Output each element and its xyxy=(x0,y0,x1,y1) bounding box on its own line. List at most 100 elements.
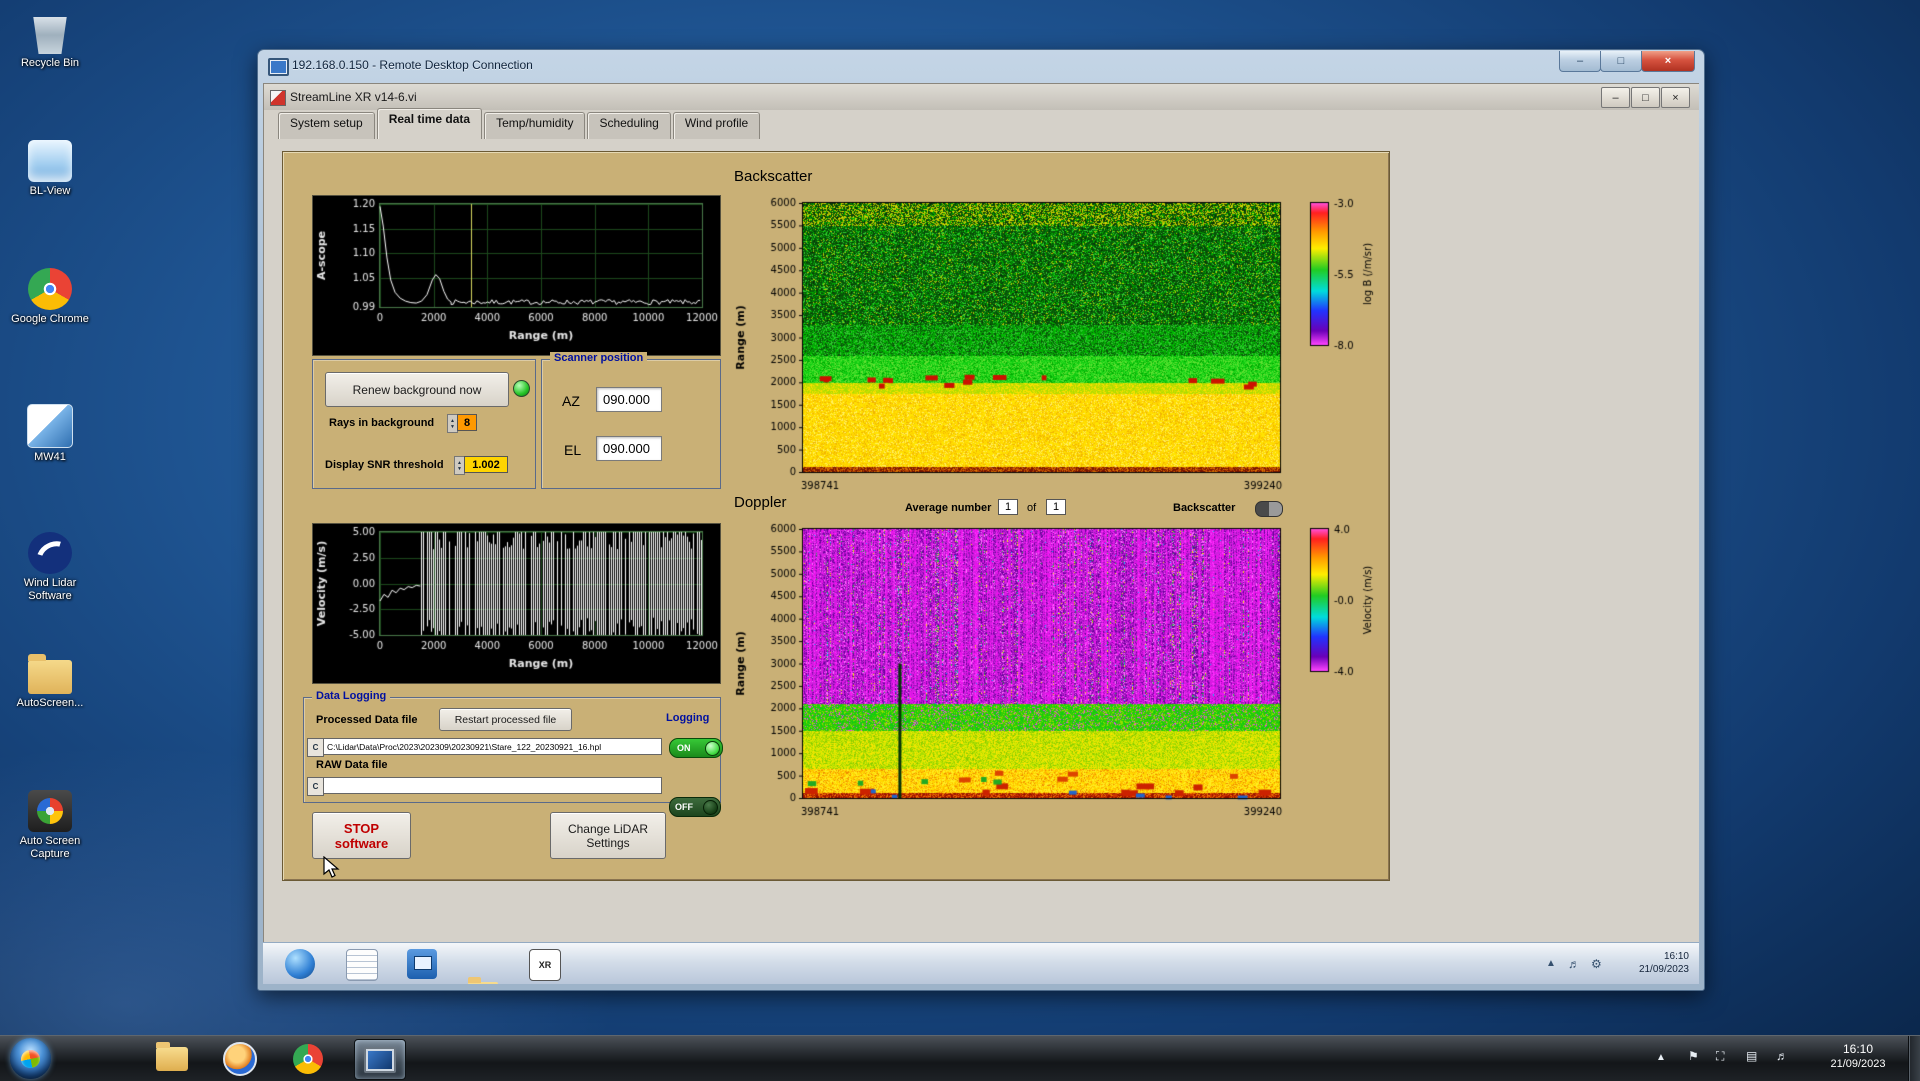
remote-app-icon[interactable] xyxy=(407,949,437,979)
desktop-icon-google-chrome[interactable]: Google Chrome xyxy=(4,268,96,326)
toggle-on-label: ON xyxy=(677,743,691,753)
c-drive-icon[interactable] xyxy=(307,738,324,757)
rdp-titlebar[interactable]: 192.168.0.150 - Remote Desktop Connectio… xyxy=(258,50,1704,83)
taskbar-explorer-button[interactable] xyxy=(150,1039,194,1078)
tray-display-icon[interactable]: ⛶ xyxy=(1716,1049,1724,1064)
logging-label: Logging xyxy=(666,712,710,724)
stop-button-line1: STOP xyxy=(343,820,380,836)
settings-button-line2: Settings xyxy=(586,835,630,850)
desktop-icon-label: BL-View xyxy=(29,185,71,197)
taskbar-clock[interactable]: 16:10 21/09/2023 xyxy=(1812,1042,1904,1072)
desktop-icon-label: Auto Screen Capture xyxy=(19,835,81,860)
raw-logging-toggle[interactable]: OFF xyxy=(669,797,721,817)
remote-xr-tool-icon[interactable] xyxy=(529,949,561,981)
desktop-icon-wind-lidar-software[interactable]: Wind Lidar Software xyxy=(4,532,96,603)
raw-file-path-input[interactable] xyxy=(323,777,662,794)
app-titlebar[interactable]: StreamLine XR v14-6.vi – □ × xyxy=(264,84,1699,111)
media-player-icon xyxy=(223,1041,257,1076)
tab-real-time-data[interactable]: Real time data xyxy=(376,108,483,139)
change-lidar-settings-button[interactable]: Change LiDAR Settings xyxy=(550,812,666,859)
app-window: StreamLine XR v14-6.vi – □ × System setu… xyxy=(263,83,1699,946)
remote-browser-icon[interactable] xyxy=(285,949,315,979)
remote-folder-icon[interactable] xyxy=(468,977,498,984)
desktop-icon-mw41[interactable]: MW41 xyxy=(4,404,96,464)
remote-network-icon[interactable]: ⚙ xyxy=(1591,957,1602,971)
desktop-icon-label: Recycle Bin xyxy=(20,57,80,69)
show-desktop-button[interactable] xyxy=(1908,1036,1920,1081)
tray-network-icon[interactable]: ▤ xyxy=(1746,1049,1757,1063)
tray-flag-icon[interactable]: ⚑ xyxy=(1688,1049,1699,1063)
processed-logging-toggle[interactable]: ON xyxy=(669,738,723,758)
tray-speaker-icon[interactable]: ♬ xyxy=(1776,1049,1788,1063)
backscatter-toggle[interactable] xyxy=(1255,501,1283,517)
average-total-input[interactable]: 1 xyxy=(1046,499,1066,515)
tab-label: Scheduling xyxy=(599,116,659,130)
toggle-led xyxy=(703,800,718,815)
explorer-folder-icon xyxy=(156,1041,188,1071)
stop-software-button[interactable]: STOP software xyxy=(312,812,411,859)
restart-processed-file-button[interactable]: Restart processed file xyxy=(439,708,572,731)
tab-wind-profile[interactable]: Wind profile xyxy=(672,112,761,139)
app-icon xyxy=(270,90,286,106)
remote-taskbar-clock[interactable]: 16:10 21/09/2023 xyxy=(1613,950,1689,976)
recycle-bin-icon xyxy=(33,17,67,54)
rays-in-background-input[interactable]: 8 xyxy=(457,414,477,431)
taskbar-rdp-button[interactable] xyxy=(354,1039,406,1080)
background-group: Renew background now Rays in background … xyxy=(312,359,536,489)
tray-expand-icon[interactable]: ▲ xyxy=(1656,1052,1666,1063)
desktop-icon-auto-screen-capture[interactable]: Auto Screen Capture xyxy=(4,790,96,861)
front-panel: Backscatter Renew background now Rays in… xyxy=(282,151,1390,881)
taskbar-media-player-button[interactable] xyxy=(218,1039,262,1078)
doppler-heatmap xyxy=(730,521,1385,821)
average-number-label: Average number xyxy=(905,502,992,514)
bl-view-icon xyxy=(28,140,72,182)
average-of-label: of xyxy=(1027,502,1037,514)
renew-background-led xyxy=(513,380,530,397)
rdp-title: 192.168.0.150 - Remote Desktop Connectio… xyxy=(292,58,533,72)
app-title: StreamLine XR v14-6.vi xyxy=(290,90,417,104)
remote-notepad-icon[interactable] xyxy=(346,949,378,981)
rdp-minimize-button[interactable]: – xyxy=(1559,51,1601,72)
clock-date: 21/09/2023 xyxy=(1830,1058,1886,1070)
backscatter-toggle-label: Backscatter xyxy=(1173,502,1236,514)
snr-threshold-label: Display SNR threshold xyxy=(325,459,444,471)
app-maximize-button[interactable]: □ xyxy=(1631,87,1660,108)
toggle-off-label: OFF xyxy=(675,802,693,812)
taskbar-chrome-button[interactable] xyxy=(286,1039,330,1078)
average-number-input[interactable]: 1 xyxy=(998,499,1018,515)
mw41-icon xyxy=(27,404,73,448)
toggle-led xyxy=(705,741,720,756)
c-drive-icon[interactable] xyxy=(307,777,324,796)
tab-scheduling[interactable]: Scheduling xyxy=(587,112,671,139)
start-button[interactable] xyxy=(10,1038,51,1079)
snr-threshold-input[interactable]: 1.002 xyxy=(464,456,508,473)
scanner-position-title: Scanner position xyxy=(550,352,648,364)
scanner-position-group: Scanner position AZ 090.000 EL 090.000 xyxy=(541,352,721,489)
app-minimize-button[interactable]: – xyxy=(1601,87,1630,108)
taskbar: ▲ ⚑ ⛶ ▤ ♬ 16:10 21/09/2023 xyxy=(0,1035,1920,1081)
desktop-icon-label: Wind Lidar Software xyxy=(23,577,77,602)
el-input[interactable]: 090.000 xyxy=(596,436,662,461)
settings-button-line1: Change LiDAR xyxy=(567,821,649,836)
taskbar-ie-button[interactable] xyxy=(82,1039,126,1078)
renew-background-button[interactable]: Renew background now xyxy=(325,372,509,407)
doppler-section-label: Doppler xyxy=(734,494,787,511)
desktop-icon-label: Google Chrome xyxy=(11,313,89,325)
az-input[interactable]: 090.000 xyxy=(596,387,662,412)
remote-tray-expand-icon[interactable]: ▲ xyxy=(1546,958,1556,969)
processed-file-path-input[interactable]: C:\Lidar\Data\Proc\2023\202309\20230921\… xyxy=(323,738,662,755)
folder-icon xyxy=(28,654,72,694)
desktop-icon-autoscreen[interactable]: AutoScreen... xyxy=(4,654,96,710)
remote-speaker-icon[interactable]: ♬ xyxy=(1568,957,1580,971)
app-close-button[interactable]: × xyxy=(1661,87,1690,108)
backscatter-heatmap xyxy=(730,195,1385,495)
desktop-icon-bl-view[interactable]: BL-View xyxy=(4,140,96,198)
desktop: Recycle Bin BL-View Google Chrome MW41 W… xyxy=(0,0,1920,1081)
tab-temp-humidity[interactable]: Temp/humidity xyxy=(484,112,586,139)
tab-system-setup[interactable]: System setup xyxy=(278,112,375,139)
desktop-icon-recycle-bin[interactable]: Recycle Bin xyxy=(4,12,96,70)
rdp-maximize-button[interactable]: □ xyxy=(1600,51,1642,72)
rdp-close-button[interactable]: × xyxy=(1641,51,1695,72)
tab-label: System setup xyxy=(290,116,363,130)
data-logging-title: Data Logging xyxy=(312,690,391,702)
